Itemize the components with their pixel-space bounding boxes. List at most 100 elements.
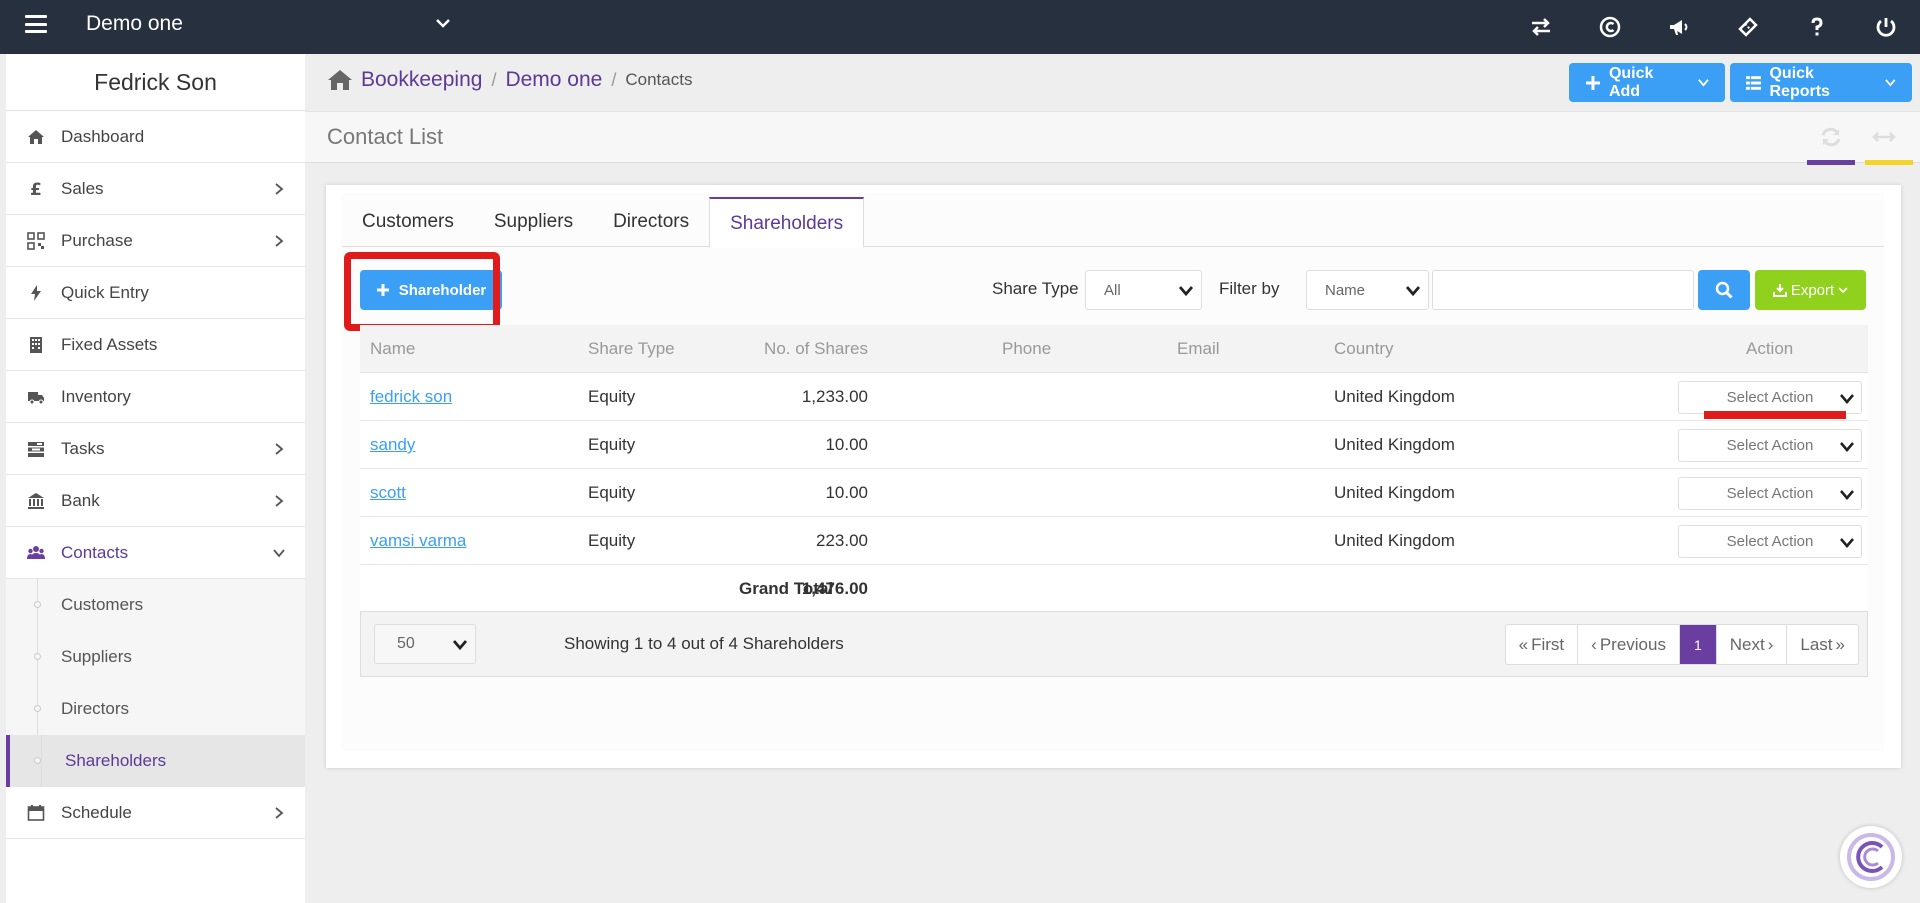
shareholder-name-link[interactable]: fedrick son [370, 387, 452, 407]
company-name[interactable]: Demo one [86, 12, 183, 36]
grand-total-row: Grand Total 1,476.00 [360, 565, 1868, 613]
sidebar-item-label: Purchase [61, 230, 133, 250]
select-action-dropdown[interactable]: Select Action [1678, 429, 1862, 462]
last-page-button[interactable]: Last» [1787, 625, 1858, 664]
sidebar-subitem-directors[interactable]: Directors [6, 683, 305, 735]
share-type-cell: Equity [588, 531, 636, 550]
grand-total-value: 1,476.00 [801, 579, 868, 598]
share-type-select[interactable]: All [1085, 270, 1202, 310]
tab-suppliers[interactable]: Suppliers [474, 197, 593, 247]
page-1-button[interactable]: 1 [1679, 625, 1717, 664]
tab-shareholders[interactable]: Shareholders [709, 197, 865, 248]
chevron-down-icon [1840, 442, 1854, 452]
breadcrumb-separator: / [611, 69, 617, 90]
shares-cell: 10.00 [825, 483, 868, 502]
breadcrumb-company[interactable]: Demo one [505, 68, 602, 92]
column-header-no-of-shares[interactable]: No. of Shares [764, 339, 868, 359]
bolt-icon [26, 283, 46, 303]
sidebar-item-fixed-assets[interactable]: Fixed Assets [6, 319, 305, 371]
search-button[interactable] [1698, 270, 1750, 310]
shareholder-name-link[interactable]: vamsi varma [370, 531, 466, 551]
refresh-icon[interactable] [1819, 126, 1843, 148]
filter-by-value: Name [1325, 281, 1366, 299]
sidebar: Fedrick Son Dashboard £ Sales Purchase Q… [6, 54, 305, 903]
share-type-cell: Equity [588, 483, 636, 502]
tab-directors[interactable]: Directors [593, 197, 709, 247]
sidebar-item-purchase[interactable]: Purchase [6, 215, 305, 267]
sidebar-item-tasks[interactable]: Tasks [6, 423, 305, 475]
chat-widget-logo-icon[interactable] [1840, 826, 1902, 888]
first-page-label: First [1531, 634, 1565, 654]
sidebar-subitem-customers[interactable]: Customers [6, 579, 305, 631]
table-header: Name Share Type No. of Shares Phone Emai… [360, 325, 1868, 373]
chevron-down-icon [1838, 287, 1848, 294]
country-cell: United Kingdom [1334, 435, 1455, 454]
add-shareholder-label: Shareholder [398, 281, 487, 299]
home-icon[interactable] [327, 68, 353, 92]
column-header-phone[interactable]: Phone [1002, 339, 1051, 359]
chevron-down-icon [273, 549, 285, 558]
tab-customers[interactable]: Customers [342, 197, 474, 247]
sidebar-subitem-label: Customers [61, 595, 144, 614]
next-page-button[interactable]: Next › [1717, 625, 1788, 664]
filter-by-select[interactable]: Name [1306, 270, 1429, 310]
sidebar-item-dashboard[interactable]: Dashboard [6, 111, 305, 163]
select-action-dropdown[interactable]: Select Action [1678, 381, 1862, 414]
quick-add-button[interactable]: Quick Add [1569, 63, 1725, 102]
pagination-bar: 50 Showing 1 to 4 out of 4 Shareholders … [360, 611, 1868, 677]
double-chevron-right-icon: » [1835, 634, 1845, 654]
chevron-down-icon [453, 640, 467, 651]
first-page-button[interactable]: «First [1506, 625, 1579, 664]
ticket-icon[interactable] [1713, 0, 1782, 54]
megaphone-icon[interactable] [1644, 0, 1713, 54]
sidebar-subitem-suppliers[interactable]: Suppliers [6, 631, 305, 683]
sidebar-item-bank[interactable]: Bank [6, 475, 305, 527]
sidebar-item-contacts[interactable]: Contacts [6, 527, 305, 579]
sidebar-item-label: Fixed Assets [61, 334, 158, 354]
column-header-name[interactable]: Name [370, 339, 415, 359]
per-page-select[interactable]: 50 [374, 624, 476, 664]
sidebar-item-schedule[interactable]: Schedule [6, 787, 305, 839]
chevron-right-icon [275, 495, 284, 507]
help-icon[interactable] [1782, 0, 1851, 54]
breadcrumb-bookkeeping[interactable]: Bookkeeping [361, 68, 482, 92]
user-name: Fedrick Son [6, 54, 305, 111]
column-header-country[interactable]: Country [1334, 339, 1394, 359]
select-action-dropdown[interactable]: Select Action [1678, 525, 1862, 558]
contact-list-panel: Customers Suppliers Directors Shareholde… [326, 185, 1901, 768]
sidebar-item-label: Contacts [61, 542, 129, 562]
company-dropdown-chevron-icon[interactable] [436, 16, 450, 30]
sidebar-item-inventory[interactable]: Inventory [6, 371, 305, 423]
chevron-left-icon: ‹ [1591, 634, 1597, 654]
column-header-email[interactable]: Email [1177, 339, 1220, 359]
column-header-share-type[interactable]: Share Type [588, 339, 675, 359]
share-type-label: Share Type [992, 279, 1079, 298]
menu-toggle-icon[interactable] [25, 15, 47, 33]
breadcrumb-bar: Bookkeeping / Demo one / Contacts Quick … [305, 54, 1920, 111]
table-row: vamsi varma Equity 223.00 United Kingdom… [360, 517, 1868, 565]
shares-cell: 223.00 [816, 531, 868, 550]
country-cell: United Kingdom [1334, 387, 1455, 406]
shareholder-name-link[interactable]: sandy [370, 435, 415, 455]
sidebar-item-sales[interactable]: £ Sales [6, 163, 305, 215]
power-icon[interactable] [1851, 0, 1920, 54]
search-input[interactable] [1432, 270, 1694, 310]
select-action-dropdown[interactable]: Select Action [1678, 477, 1862, 510]
contact-tabs: Customers Suppliers Directors Shareholde… [342, 197, 1884, 248]
list-icon [1746, 75, 1762, 90]
table-row: sandy Equity 10.00 United Kingdom Select… [360, 421, 1868, 469]
copyright-logo-icon[interactable] [1575, 0, 1644, 54]
select-action-label: Select Action [1726, 533, 1814, 550]
previous-page-button[interactable]: ‹ Previous [1578, 625, 1680, 664]
sidebar-item-label: Tasks [61, 438, 105, 458]
export-button[interactable]: Export [1755, 270, 1866, 310]
sidebar-item-quick-entry[interactable]: Quick Entry [6, 267, 305, 319]
shareholder-name-link[interactable]: scott [370, 483, 406, 503]
transfer-icon[interactable] [1506, 0, 1575, 54]
expand-horizontal-icon[interactable] [1872, 126, 1896, 148]
add-shareholder-button[interactable]: Shareholder [360, 270, 502, 310]
share-type-cell: Equity [588, 435, 636, 454]
sidebar-subitem-shareholders[interactable]: Shareholders [6, 735, 305, 787]
filter-by-label: Filter by [1219, 279, 1280, 298]
quick-reports-button[interactable]: Quick Reports [1730, 63, 1912, 102]
